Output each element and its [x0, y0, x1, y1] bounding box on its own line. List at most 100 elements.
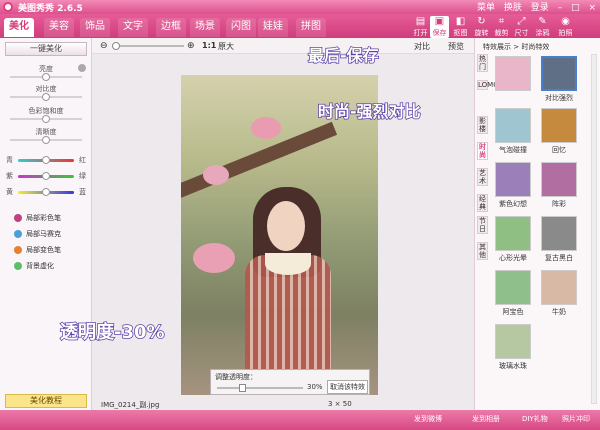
local-mosaic-tool[interactable]: 局部马赛克: [14, 229, 61, 239]
tab-accessories[interactable]: 饰品: [80, 18, 110, 37]
tab-border[interactable]: 边框: [156, 18, 186, 37]
crop-button[interactable]: ⌗ 裁剪: [492, 16, 511, 38]
local-color-pen-tool[interactable]: 局部彩色笔: [14, 213, 61, 223]
compare-button[interactable]: 对比: [414, 41, 430, 52]
share-album-link[interactable]: 发到相册: [472, 414, 500, 424]
beautify-tutorial-button[interactable]: 美化教程: [5, 394, 87, 408]
zoom-knob[interactable]: [112, 42, 120, 50]
effect-thumb[interactable]: [541, 216, 577, 251]
category-studio[interactable]: 影楼: [477, 116, 488, 134]
tab-collage[interactable]: 拼图: [296, 18, 326, 37]
background-blur-tool[interactable]: 背景虚化: [14, 261, 54, 271]
category-other[interactable]: 其他: [477, 242, 488, 260]
effect-thumb[interactable]: [495, 216, 531, 251]
effect-thumb[interactable]: [495, 270, 531, 305]
tab-doll[interactable]: 娃娃: [258, 18, 288, 37]
effect-thumb[interactable]: [541, 162, 577, 197]
photo-preview[interactable]: [181, 75, 378, 395]
effect-label: 复古黑白: [545, 254, 573, 262]
effect-thumb[interactable]: [541, 108, 577, 143]
cancel-effect-button[interactable]: 取消该特效: [327, 380, 368, 394]
main-tab-bar: 美化 美容 饰品 文字 边框 场景 闪图 娃娃 拼图 ▤ 打开 ▣ 保存 ◧ 抠图 ↻…: [0, 14, 600, 38]
brightness-slider[interactable]: [10, 73, 82, 81]
close-button[interactable]: ×: [588, 3, 596, 13]
original-size-button[interactable]: 原大: [218, 41, 234, 52]
cutout-icon: ◧: [455, 16, 466, 27]
effect-label: 心形光晕: [499, 254, 527, 262]
mosaic-icon: [14, 230, 22, 238]
yellow-blue-knob[interactable]: [42, 188, 50, 196]
effects-breadcrumb: 特效展示 > 时尚特效: [483, 43, 550, 51]
share-weibo-link[interactable]: 发到微博: [414, 414, 442, 424]
menu-link[interactable]: 菜单: [477, 3, 495, 13]
effect-label: 阵彩: [552, 200, 566, 208]
camera-button[interactable]: ◉ 拍照: [556, 16, 575, 38]
effect-thumb[interactable]: [495, 324, 531, 359]
status-bar: 发到微博 发到相册 DIY礼物 照片冲印: [0, 410, 600, 430]
zoom-slider[interactable]: [112, 42, 184, 50]
category-hot[interactable]: 热门: [477, 54, 488, 72]
cyan-red-slider[interactable]: [18, 156, 74, 164]
zoom-ratio: 1:1: [202, 41, 217, 50]
category-classic[interactable]: 经典: [477, 194, 488, 212]
maximize-button[interactable]: □: [571, 3, 580, 13]
effect-thumb[interactable]: [541, 270, 577, 305]
photo-print-link[interactable]: 照片冲印: [562, 414, 590, 424]
local-recolor-pen-tool[interactable]: 局部变色笔: [14, 245, 61, 255]
blossom: [193, 243, 235, 273]
effect-thumb[interactable]: [495, 56, 531, 91]
skin-link[interactable]: 换肤: [504, 3, 522, 13]
effects-scrollbar[interactable]: [591, 54, 597, 404]
cyan-red-knob[interactable]: [42, 156, 50, 164]
sharpness-slider[interactable]: [10, 136, 82, 144]
save-button[interactable]: ▣ 保存: [430, 16, 449, 38]
effect-label: 紫色幻想: [499, 200, 527, 208]
sharpness-knob[interactable]: [42, 136, 50, 144]
color-pen-icon: [14, 214, 22, 222]
transparency-knob[interactable]: [239, 384, 246, 392]
effect-thumb-selected[interactable]: [541, 56, 577, 91]
tab-beautify[interactable]: 美化: [4, 18, 34, 37]
annotation-save: 最后-保存: [307, 45, 379, 66]
open-button[interactable]: ▤ 打开: [411, 16, 430, 38]
saturation-knob[interactable]: [42, 115, 50, 123]
yellow-blue-slider[interactable]: [18, 188, 74, 196]
tab-beauty[interactable]: 美容: [44, 18, 74, 37]
effect-label: 阿宝色: [502, 308, 524, 316]
tab-flash[interactable]: 闪图: [226, 18, 256, 37]
resize-button[interactable]: ⤢ 尺寸: [512, 16, 531, 38]
one-click-beautify-button[interactable]: 一键美化: [5, 42, 87, 56]
contrast-knob[interactable]: [42, 93, 50, 101]
zoom-out-icon[interactable]: ⊖: [100, 41, 108, 51]
brightness-knob[interactable]: [42, 73, 50, 81]
rotate-button[interactable]: ↻ 旋转: [472, 16, 491, 38]
category-art[interactable]: 艺术: [477, 168, 488, 186]
red-label: 红: [79, 156, 86, 164]
effect-thumb[interactable]: [495, 108, 531, 143]
effect-label: 玻璃水珠: [499, 362, 527, 370]
purple-green-knob[interactable]: [42, 172, 50, 180]
blossom: [251, 117, 281, 139]
category-lomo[interactable]: LOMO: [477, 80, 499, 90]
diy-gift-link[interactable]: DIY礼物: [522, 414, 548, 424]
tab-text[interactable]: 文字: [118, 18, 148, 37]
saturation-slider[interactable]: [10, 115, 82, 123]
preview-button[interactable]: 预览: [448, 41, 464, 52]
zoom-in-icon[interactable]: ⊕: [187, 41, 195, 51]
open-icon: ▤: [415, 16, 426, 27]
transparency-panel: 调整透明度： 30% 取消该特效: [210, 369, 370, 395]
category-fashion[interactable]: 时尚: [477, 142, 488, 160]
minimize-button[interactable]: –: [558, 3, 563, 13]
title-bar: 美图秀秀 2.6.5 菜单 换肤 登录 – □ ×: [0, 0, 600, 14]
effect-thumb[interactable]: [495, 162, 531, 197]
purple-green-slider[interactable]: [18, 172, 74, 180]
brush-button[interactable]: ✎ 涂鸦: [533, 16, 552, 38]
transparency-slider[interactable]: [217, 384, 303, 392]
collar: [265, 253, 311, 275]
tab-scene[interactable]: 场景: [190, 18, 220, 37]
blossom: [203, 165, 229, 185]
login-link[interactable]: 登录: [531, 3, 549, 13]
cutout-button[interactable]: ◧ 抠图: [451, 16, 470, 38]
contrast-slider[interactable]: [10, 93, 82, 101]
category-festival[interactable]: 节日: [477, 216, 488, 234]
